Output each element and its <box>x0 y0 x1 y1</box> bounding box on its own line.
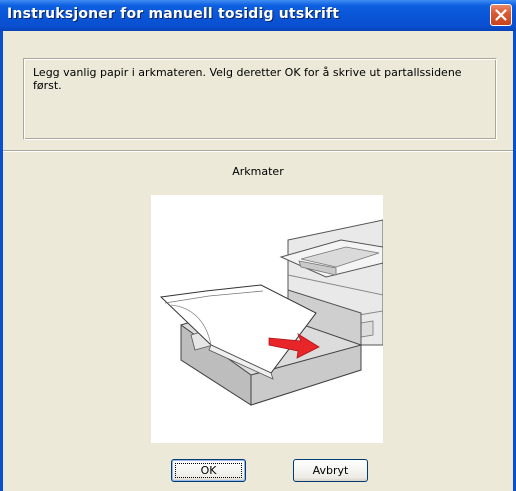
ok-button[interactable]: OK <box>171 459 246 482</box>
printer-paper-tray-illustration <box>151 195 384 443</box>
cancel-button[interactable]: Avbryt <box>293 459 368 482</box>
cancel-button-label: Avbryt <box>312 464 349 477</box>
instruction-text: Legg vanlig papir i arkmateren. Velg der… <box>33 66 462 92</box>
window-title: Instruksjoner for manuell tosidig utskri… <box>7 6 340 22</box>
ok-button-label: OK <box>200 464 217 477</box>
separator <box>3 150 513 152</box>
close-button[interactable] <box>490 4 512 26</box>
dialog-window: Instruksjoner for manuell tosidig utskri… <box>0 0 516 491</box>
illustration-label: Arkmater <box>232 165 284 178</box>
title-bar[interactable]: Instruksjoner for manuell tosidig utskri… <box>0 0 516 31</box>
close-icon <box>495 9 507 21</box>
